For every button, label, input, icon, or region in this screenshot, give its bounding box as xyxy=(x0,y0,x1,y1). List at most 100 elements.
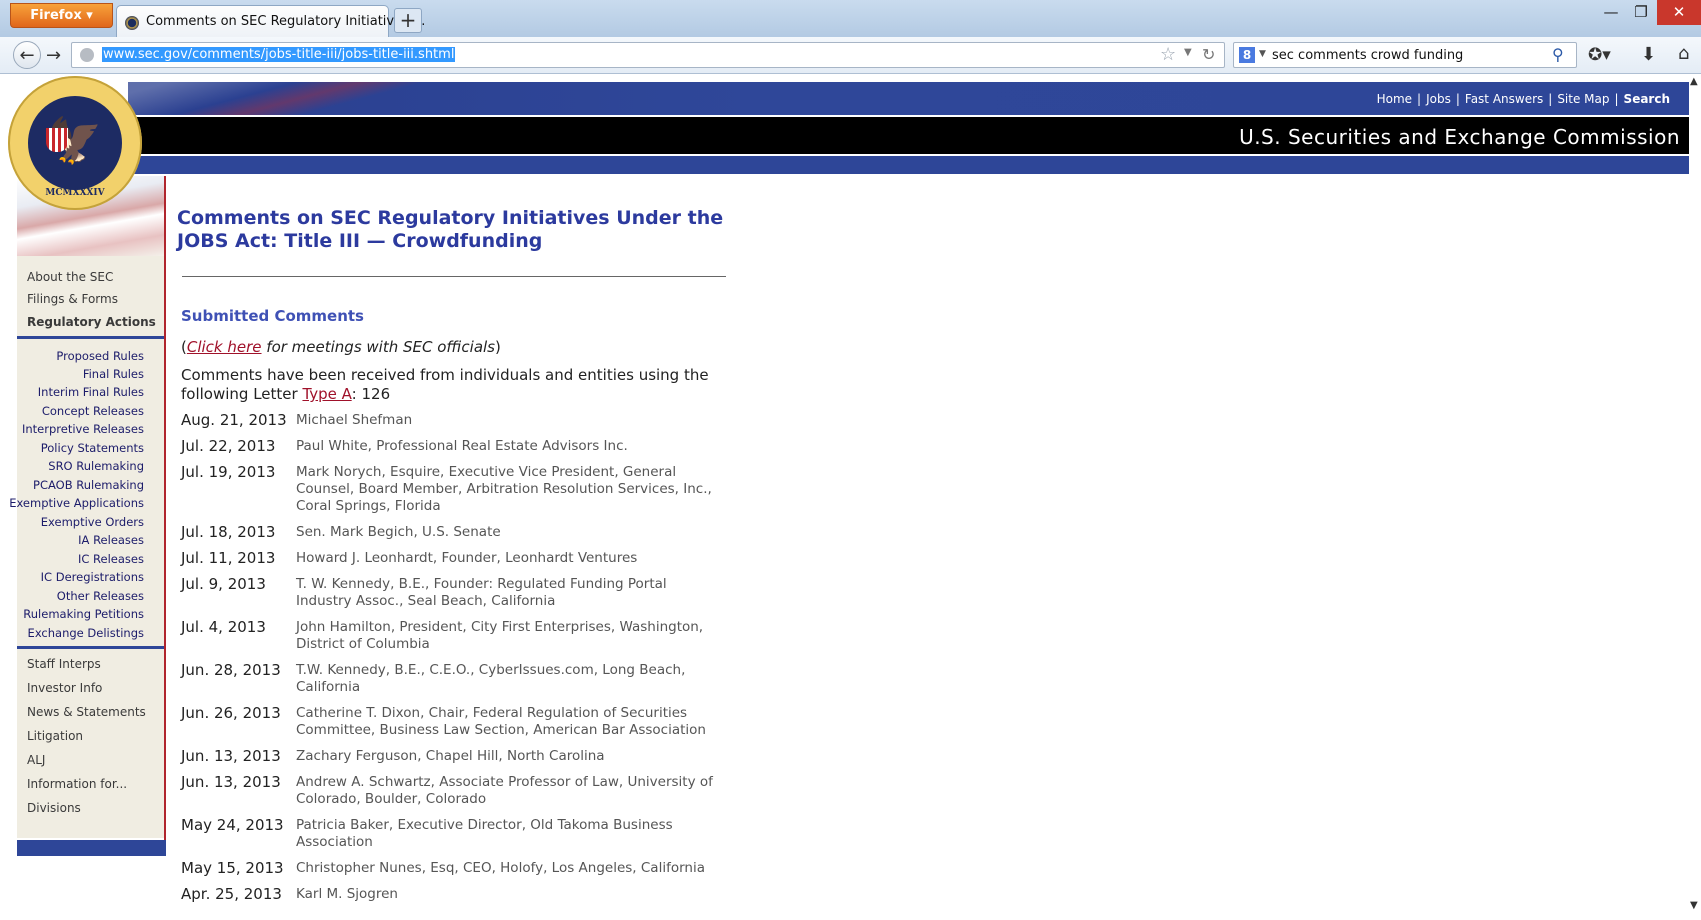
firefox-menu-button[interactable]: Firefox ▾ xyxy=(10,3,113,28)
sidebar-item-alj[interactable]: ALJ xyxy=(27,753,45,767)
comment-author-link[interactable]: T.W. Kennedy, B.E., C.E.O., CyberIssues.… xyxy=(296,662,726,696)
meetings-text: for meetings with SEC officials xyxy=(261,338,495,356)
history-dropdown-icon[interactable]: ▼ xyxy=(1184,47,1192,58)
page-title: Comments on SEC Regulatory Initiatives U… xyxy=(177,207,724,252)
sidebar-item-about[interactable]: About the SEC xyxy=(27,270,113,284)
search-bar[interactable]: 8 ▼ sec comments crowd funding ⚲ xyxy=(1233,42,1577,68)
magnifier-icon[interactable]: ⚲ xyxy=(1552,45,1564,64)
sidebar-sub-ia-releases[interactable]: IA Releases xyxy=(78,533,144,547)
sidebar-sub-exemptive-applications[interactable]: Exemptive Applications xyxy=(9,496,144,510)
meetings-note: (Click here for meetings with SEC offici… xyxy=(181,338,501,356)
back-arrow-icon[interactable]: ← xyxy=(13,41,41,69)
left-sidebar: About the SEC Filings & Forms Regulatory… xyxy=(9,256,164,838)
seal-year: MCMXXXIV xyxy=(45,188,105,198)
top-nav: Home | Jobs | Fast Answers | Site Map | Search xyxy=(1376,92,1670,106)
type-a-link[interactable]: Type A xyxy=(302,385,351,403)
comment-date: Apr. 25, 2013 xyxy=(181,885,282,903)
comment-date: Jul. 22, 2013 xyxy=(181,437,276,455)
comment-author-link[interactable]: T. W. Kennedy, B.E., Founder: Regulated … xyxy=(296,576,726,610)
search-input[interactable]: sec comments crowd funding xyxy=(1272,48,1463,63)
sidebar-footer-bar xyxy=(17,840,166,856)
home-icon[interactable]: ⌂ xyxy=(1678,43,1689,64)
comment-author-link[interactable]: Christopher Nunes, Esq, CEO, Holofy, Los… xyxy=(296,860,726,877)
list-item: Apr. 25, 2013 Karl M. Sjogren xyxy=(181,886,741,903)
url-bar[interactable]: www.sec.gov/comments/jobs-title-iii/jobs… xyxy=(71,42,1225,68)
download-icon[interactable]: ⬇ xyxy=(1641,44,1656,65)
header-bottom-bar xyxy=(128,156,1690,174)
list-item: Jul. 22, 2013 Paul White, Professional Re… xyxy=(181,438,741,455)
google-icon[interactable]: 8 xyxy=(1239,47,1255,63)
sidebar-sub-sro-rulemaking[interactable]: SRO Rulemaking xyxy=(48,459,144,473)
comment-author-link[interactable]: Andrew A. Schwartz, Associate Professor … xyxy=(296,774,726,808)
sidebar-sub-interpretive-releases[interactable]: Interpretive Releases xyxy=(22,422,144,436)
list-item: Aug. 21, 2013 Michael Shefman xyxy=(181,412,741,429)
comment-date: Jul. 19, 2013 xyxy=(181,463,276,481)
comment-author-link[interactable]: Michael Shefman xyxy=(296,412,726,429)
reload-icon[interactable]: ↻ xyxy=(1202,45,1215,64)
sec-seal-logo[interactable]: 🦅 MCMXXXIV xyxy=(8,76,142,210)
comment-author-link[interactable]: Howard J. Leonhardt, Founder, Leonhardt … xyxy=(296,550,726,567)
list-item: Jul. 19, 2013 Mark Norych, Esquire, Execu… xyxy=(181,464,741,515)
comment-author-link[interactable]: Mark Norych, Esquire, Executive Vice Pre… xyxy=(296,464,726,515)
sidebar-sub-rulemaking-petitions[interactable]: Rulemaking Petitions xyxy=(23,607,144,621)
search-engine-dropdown-icon[interactable]: ▼ xyxy=(1259,49,1266,59)
list-item: Jul. 11, 2013 Howard J. Leonhardt, Founde… xyxy=(181,550,741,567)
seal-center: 🦅 xyxy=(26,94,124,192)
sidebar-sub-exchange-delistings[interactable]: Exchange Delistings xyxy=(28,626,144,640)
scroll-down-icon[interactable]: ▼ xyxy=(1690,900,1698,911)
sidebar-item-investor-info[interactable]: Investor Info xyxy=(27,681,102,695)
url-text[interactable]: www.sec.gov/comments/jobs-title-iii/jobs… xyxy=(102,47,456,62)
nav-home[interactable]: Home xyxy=(1377,92,1412,106)
sidebar-item-regulatory-actions[interactable]: Regulatory Actions xyxy=(27,315,156,329)
sidebar-sub-ic-releases[interactable]: IC Releases xyxy=(78,552,144,566)
sidebar-item-news[interactable]: News & Statements xyxy=(27,705,146,719)
nav-jobs[interactable]: Jobs xyxy=(1426,92,1451,106)
scroll-up-icon[interactable]: ▲ xyxy=(1690,76,1698,87)
flag-stripes xyxy=(128,82,428,115)
close-button[interactable]: ✕ xyxy=(1657,0,1701,25)
comment-author-link[interactable]: Sen. Mark Begich, U.S. Senate xyxy=(296,524,726,541)
tab-title: Comments on SEC Regulatory Initiatives .… xyxy=(146,14,426,29)
forward-arrow-icon[interactable]: → xyxy=(46,45,61,66)
nav-fast-answers[interactable]: Fast Answers xyxy=(1465,92,1543,106)
list-item: May 24, 2013 Patricia Baker, Executive Di… xyxy=(181,817,741,851)
comment-author-link[interactable]: Karl M. Sjogren xyxy=(296,886,726,903)
browser-tab[interactable]: Comments on SEC Regulatory Initiatives .… xyxy=(116,5,425,37)
sidebar-item-information-for[interactable]: Information for... xyxy=(27,777,127,791)
comment-author-link[interactable]: Paul White, Professional Real Estate Adv… xyxy=(296,438,726,455)
sidebar-item-staff-interps[interactable]: Staff Interps xyxy=(27,657,101,671)
sidebar-sub-exemptive-orders[interactable]: Exemptive Orders xyxy=(41,515,144,529)
comment-date: Jun. 13, 2013 xyxy=(181,747,281,765)
nav-search[interactable]: Search xyxy=(1624,92,1670,106)
sidebar-sub-proposed-rules[interactable]: Proposed Rules xyxy=(56,349,144,363)
comment-author-link[interactable]: John Hamilton, President, City First Ent… xyxy=(296,619,726,653)
sidebar-sub-policy-statements[interactable]: Policy Statements xyxy=(41,441,144,455)
comment-date: Jul. 18, 2013 xyxy=(181,523,276,541)
sidebar-item-divisions[interactable]: Divisions xyxy=(27,801,81,815)
sidebar-sub-final-rules[interactable]: Final Rules xyxy=(83,367,144,381)
nav-site-map[interactable]: Site Map xyxy=(1557,92,1609,106)
bookmarks-menu-icon[interactable]: ✪▾ xyxy=(1588,45,1611,65)
maximize-button[interactable]: ❐ xyxy=(1625,0,1657,25)
sidebar-sub-other-releases[interactable]: Other Releases xyxy=(57,589,144,603)
list-item: Jun. 26, 2013 Catherine T. Dixon, Chair, … xyxy=(181,705,741,739)
list-item: Jun. 13, 2013 Andrew A. Schwartz, Associa… xyxy=(181,774,741,808)
sidebar-sub-ic-deregistrations[interactable]: IC Deregistrations xyxy=(41,570,144,584)
section-heading: Submitted Comments xyxy=(181,307,364,325)
new-tab-button[interactable]: + xyxy=(394,8,422,33)
sidebar-item-litigation[interactable]: Litigation xyxy=(27,729,83,743)
sidebar-item-filings[interactable]: Filings & Forms xyxy=(27,292,118,306)
sidebar-sub-pcaob-rulemaking[interactable]: PCAOB Rulemaking xyxy=(33,478,144,492)
sidebar-sub-interim-final-rules[interactable]: Interim Final Rules xyxy=(38,385,144,399)
comment-author-link[interactable]: Zachary Ferguson, Chapel Hill, North Car… xyxy=(296,748,726,765)
scrollbar[interactable] xyxy=(1689,74,1701,920)
sidebar-sub-concept-releases[interactable]: Concept Releases xyxy=(42,404,144,418)
bookmark-star-icon[interactable]: ☆ xyxy=(1160,44,1176,65)
sidebar-border xyxy=(164,176,166,840)
list-item: May 15, 2013 Christopher Nunes, Esq, CEO,… xyxy=(181,860,741,877)
minimize-button[interactable]: — xyxy=(1595,0,1627,25)
comment-author-link[interactable]: Patricia Baker, Executive Director, Old … xyxy=(296,817,726,851)
comment-date: Jun. 26, 2013 xyxy=(181,704,281,722)
click-here-link[interactable]: Click here xyxy=(187,338,262,356)
comment-author-link[interactable]: Catherine T. Dixon, Chair, Federal Regul… xyxy=(296,705,726,739)
